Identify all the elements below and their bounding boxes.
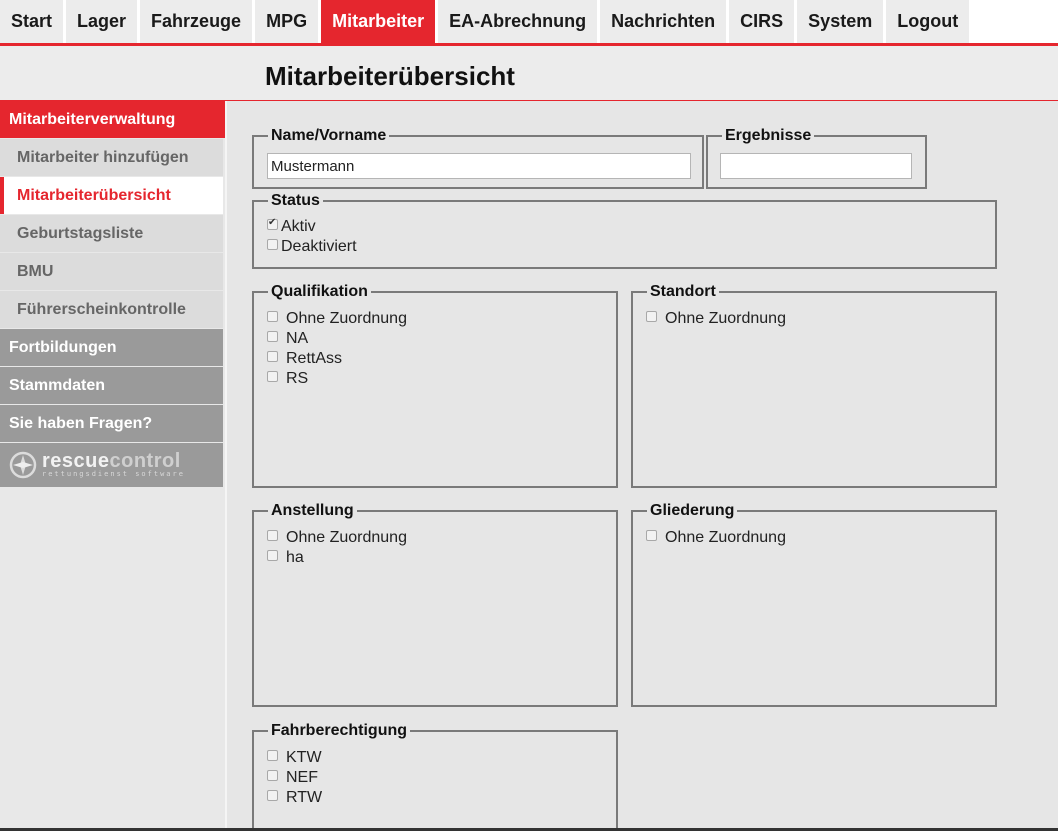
- legend-standort: Standort: [647, 283, 719, 301]
- checkbox[interactable]: [267, 330, 278, 342]
- fieldset-standort: Standort Ohne Zuordnung: [631, 283, 997, 488]
- qualifikation-option: NA: [267, 329, 407, 349]
- option-label: Ohne Zuordnung: [665, 529, 786, 546]
- checkbox[interactable]: [267, 549, 278, 561]
- logo-tagline: rettungsdienst software: [42, 470, 185, 478]
- option-label: Ohne Zuordnung: [286, 310, 407, 327]
- qualifikation-option: RS: [267, 369, 407, 389]
- tab-cirs[interactable]: CIRS: [729, 0, 795, 43]
- checkbox[interactable]: [646, 529, 657, 541]
- option-label: KTW: [286, 749, 322, 766]
- sidebar: Mitarbeiterverwaltung Mitarbeiter hinzuf…: [0, 101, 225, 831]
- standort-option: Ohne Zuordnung: [646, 309, 786, 329]
- sidebar-group-fortbildungen[interactable]: Fortbildungen: [0, 329, 223, 366]
- tab-logout[interactable]: Logout: [886, 0, 970, 43]
- option-label: Ohne Zuordnung: [665, 310, 786, 327]
- anstellung-option: Ohne Zuordnung: [267, 528, 407, 548]
- tab-nachrichten[interactable]: Nachrichten: [600, 0, 727, 43]
- fahrberechtigung-option: RTW: [267, 788, 322, 808]
- legend-fahrberechtigung: Fahrberechtigung: [268, 722, 411, 740]
- tab-start[interactable]: Start: [0, 0, 64, 43]
- legend-ergebnisse: Ergebnisse: [722, 127, 815, 145]
- fahrberechtigung-option: NEF: [267, 768, 322, 788]
- sidebar-item-geburtstagsliste[interactable]: Geburtstagsliste: [0, 215, 223, 252]
- option-label: RS: [286, 370, 309, 387]
- checkbox[interactable]: [267, 769, 278, 781]
- gliederung-option: Ohne Zuordnung: [646, 528, 786, 548]
- option-label: Aktiv: [281, 218, 316, 235]
- option-label: RettAss: [286, 350, 343, 367]
- compass-icon: [9, 451, 37, 479]
- sidebar-group-stammdaten[interactable]: Stammdaten: [0, 367, 223, 404]
- deaktiviert-checkbox[interactable]: [267, 238, 278, 250]
- fieldset-status: Status Aktiv Deaktiviert: [252, 192, 997, 269]
- checkbox[interactable]: [267, 370, 278, 382]
- checkbox[interactable]: [267, 310, 278, 322]
- ergebnisse-field: [720, 153, 912, 179]
- fieldset-anstellung: Anstellung Ohne Zuordnung ha: [252, 502, 618, 707]
- legend-gliederung: Gliederung: [647, 502, 738, 520]
- fieldset-gliederung: Gliederung Ohne Zuordnung: [631, 502, 997, 707]
- legend-qualifikation: Qualifikation: [268, 283, 371, 301]
- legend-name: Name/Vorname: [268, 127, 390, 145]
- fahrberechtigung-option: KTW: [267, 748, 322, 768]
- qualifikation-option: RettAss: [267, 349, 407, 369]
- option-label: NEF: [286, 769, 318, 786]
- sidebar-group-fragen[interactable]: Sie haben Fragen?: [0, 405, 223, 442]
- logo-brand-b: control: [109, 450, 181, 472]
- tab-lager[interactable]: Lager: [66, 0, 138, 43]
- name-input[interactable]: [267, 153, 691, 179]
- tab-mitarbeiter[interactable]: Mitarbeiter: [321, 0, 436, 43]
- sidebar-item-fuehrerscheinkontrolle[interactable]: Führerscheinkontrolle: [0, 291, 223, 328]
- sidebar-item-mitarbeiteruebersicht[interactable]: Mitarbeiterübersicht: [0, 177, 223, 214]
- page-title: Mitarbeiterübersicht: [265, 61, 515, 91]
- top-navigation: Start Lager Fahrzeuge MPG Mitarbeiter EA…: [0, 0, 1058, 46]
- qualifikation-option: Ohne Zuordnung: [267, 309, 407, 329]
- fieldset-name: Name/Vorname: [252, 127, 704, 189]
- status-option-deaktiviert: Deaktiviert: [267, 237, 357, 257]
- tab-ea-abrechnung[interactable]: EA-Abrechnung: [438, 0, 598, 43]
- main-divider: [225, 101, 227, 831]
- aktiv-checkbox[interactable]: [267, 217, 278, 230]
- checkbox[interactable]: [267, 749, 278, 761]
- checkbox[interactable]: [267, 529, 278, 541]
- option-label: Ohne Zuordnung: [286, 529, 407, 546]
- tab-system[interactable]: System: [797, 0, 884, 43]
- fieldset-ergebnisse: Ergebnisse: [706, 127, 927, 189]
- fieldset-fahrberechtigung: Fahrberechtigung KTW NEF RTW: [252, 722, 618, 831]
- status-option-aktiv: Aktiv: [267, 217, 357, 237]
- sidebar-section-mitarbeiterverwaltung[interactable]: Mitarbeiterverwaltung: [0, 101, 225, 138]
- anstellung-option: ha: [267, 548, 407, 568]
- fieldset-qualifikation: Qualifikation Ohne Zuordnung NA RettAss …: [252, 283, 618, 488]
- sidebar-item-mitarbeiter-hinzufuegen[interactable]: Mitarbeiter hinzufügen: [0, 139, 223, 176]
- legend-anstellung: Anstellung: [268, 502, 357, 520]
- option-label: ha: [286, 549, 304, 566]
- legend-status: Status: [268, 192, 323, 210]
- rescuecontrol-logo: rescuecontrol rettungsdienst software: [0, 443, 223, 487]
- sidebar-item-bmu[interactable]: BMU: [0, 253, 223, 290]
- option-label: Deaktiviert: [281, 238, 357, 255]
- tab-fahrzeuge[interactable]: Fahrzeuge: [140, 0, 253, 43]
- title-bar: Mitarbeiterübersicht: [0, 46, 1058, 101]
- checkbox[interactable]: [267, 350, 278, 362]
- option-label: RTW: [286, 789, 323, 806]
- option-label: NA: [286, 330, 309, 347]
- tab-mpg[interactable]: MPG: [255, 0, 319, 43]
- checkbox[interactable]: [646, 310, 657, 322]
- logo-brand-a: rescue: [42, 450, 110, 472]
- checkbox[interactable]: [267, 789, 278, 801]
